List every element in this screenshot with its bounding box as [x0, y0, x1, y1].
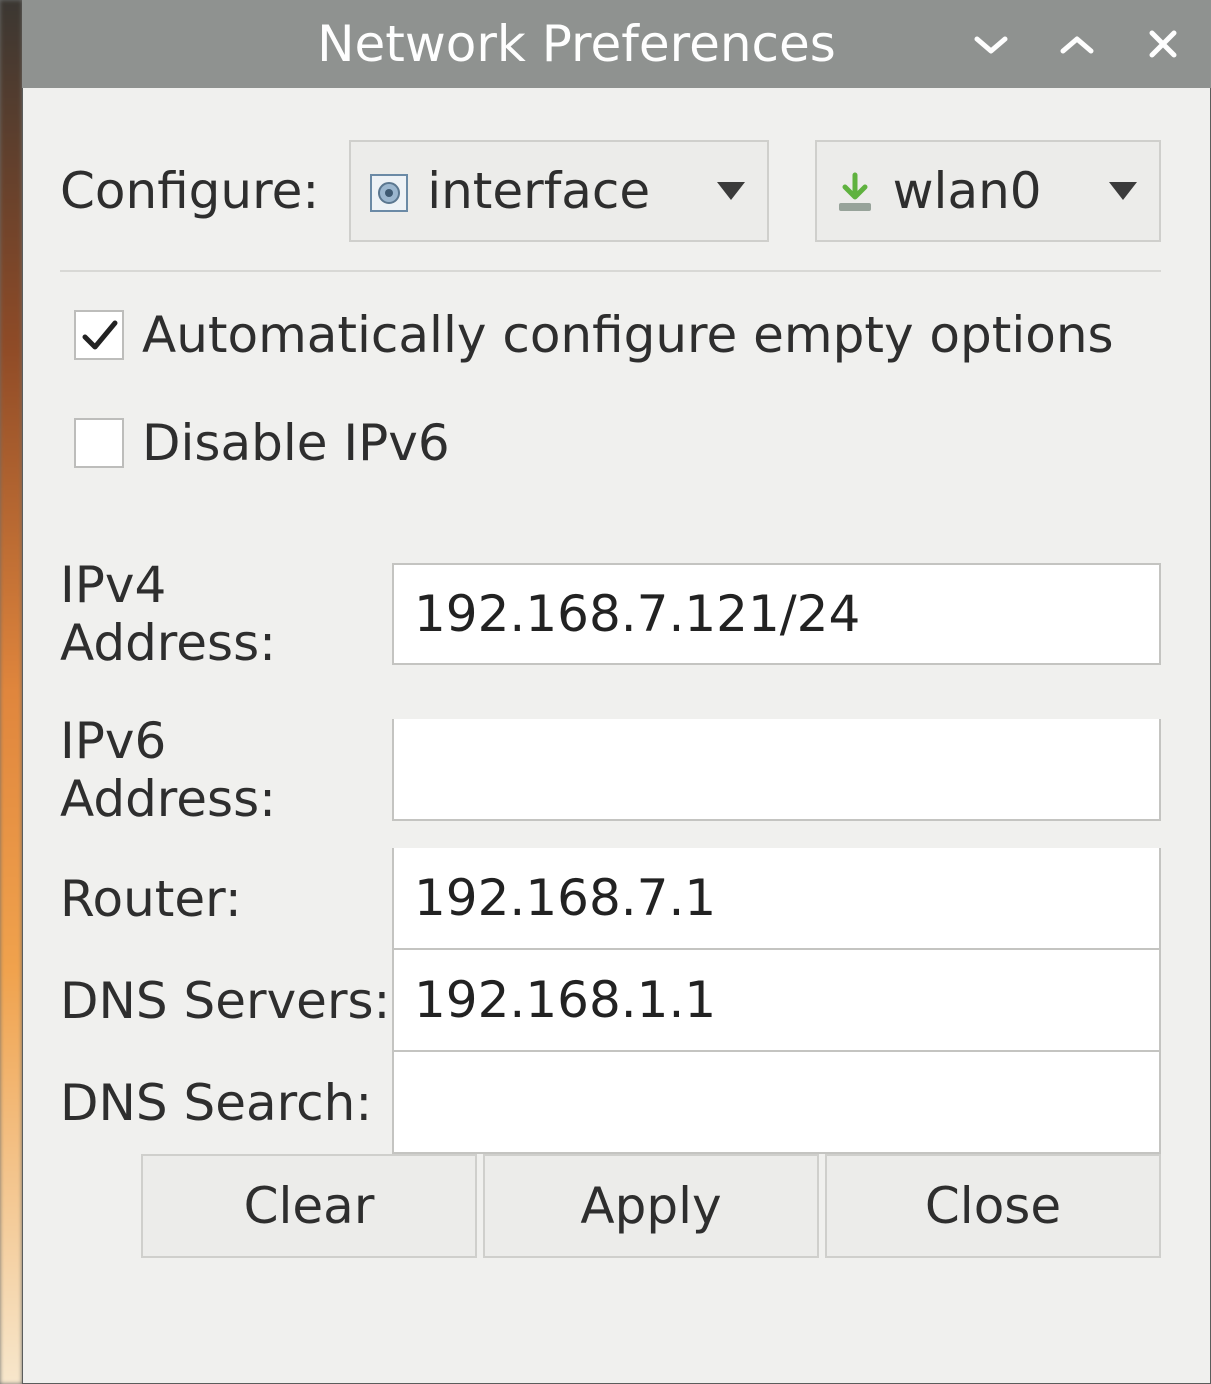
disable-ipv6-row: Disable IPv6 [60, 414, 1161, 472]
chevron-down-icon [1109, 182, 1137, 200]
interface-value: interface [427, 162, 650, 220]
auto-configure-checkbox[interactable] [74, 310, 124, 360]
fields-grid: IPv4 Address: IPv6 Address: Router: DNS … [60, 536, 1161, 1154]
titlebar-controls [969, 0, 1185, 88]
action-button-row: Clear Apply Close [60, 1154, 1161, 1258]
divider [60, 270, 1161, 272]
network-preferences-window: Network Preferences Configure: [22, 0, 1211, 1384]
ipv4-label: IPv4 Address: [60, 536, 392, 692]
ipv6-label: IPv6 Address: [60, 692, 392, 848]
configure-label: Configure: [60, 162, 319, 220]
ipv4-input[interactable] [392, 563, 1161, 665]
auto-configure-row: Automatically configure empty options [60, 306, 1161, 364]
router-input[interactable] [392, 848, 1161, 950]
disable-ipv6-label: Disable IPv6 [142, 414, 450, 472]
ipv6-input[interactable] [392, 719, 1161, 821]
dns-search-input[interactable] [392, 1052, 1161, 1154]
dns-servers-label: DNS Servers: [60, 952, 392, 1050]
dns-search-label: DNS Search: [60, 1054, 392, 1152]
download-icon [833, 169, 877, 213]
clear-button[interactable]: Clear [141, 1154, 477, 1258]
dns-servers-input[interactable] [392, 950, 1161, 1052]
minimize-icon[interactable] [969, 22, 1013, 66]
window-client-area: Configure: interface [22, 88, 1211, 1384]
auto-configure-label: Automatically configure empty options [142, 306, 1114, 364]
disable-ipv6-checkbox[interactable] [74, 418, 124, 468]
titlebar[interactable]: Network Preferences [22, 0, 1211, 88]
interface-icon [367, 169, 411, 213]
window-title: Network Preferences [317, 15, 836, 73]
router-label: Router: [60, 850, 392, 948]
wlan-value: wlan0 [893, 162, 1042, 220]
apply-button[interactable]: Apply [483, 1154, 819, 1258]
desktop-background-strip [0, 0, 22, 1384]
close-icon[interactable] [1141, 22, 1185, 66]
wlan-dropdown[interactable]: wlan0 [815, 140, 1161, 242]
chevron-down-icon [717, 182, 745, 200]
maximize-icon[interactable] [1055, 22, 1099, 66]
interface-dropdown[interactable]: interface [349, 140, 768, 242]
configure-row: Configure: interface [60, 140, 1161, 242]
close-button[interactable]: Close [825, 1154, 1161, 1258]
